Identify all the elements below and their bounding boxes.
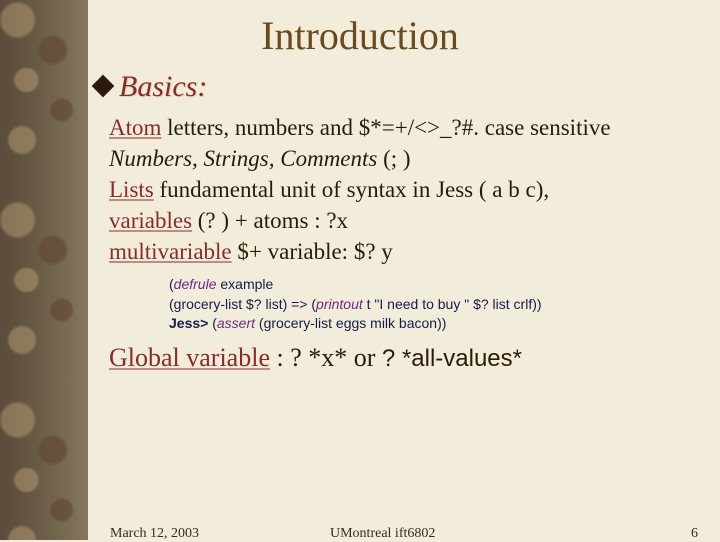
heading-text: Basics:: [119, 70, 207, 103]
diamond-icon: [92, 75, 115, 98]
body-text: Atom letters, numbers and $*=+/<>_?#. ca…: [109, 112, 705, 375]
code-l2a: (grocery-list $? list) => (: [169, 296, 316, 312]
lists-desc: fundamental unit of syntax in Jess ( a b…: [154, 177, 549, 202]
atom-desc: letters, numbers and $*=+/<>_?#. case se…: [161, 115, 610, 140]
code-l1kw: defrule: [174, 276, 217, 292]
code-line-2: (grocery-list $? list) => (printout t "I…: [169, 295, 705, 315]
variables-line: variables (? ) + atoms : ?x: [109, 205, 705, 236]
atom-line: Atom letters, numbers and $*=+/<>_?#. ca…: [109, 112, 705, 174]
code-l2b: t "I need to buy " $? list crlf)): [363, 296, 542, 312]
term-multivariable: multivariable: [109, 239, 232, 264]
term-atom: Atom: [109, 115, 161, 140]
code-l2kw: printout: [316, 296, 363, 312]
code-example: (defrule example (grocery-list $? list) …: [169, 275, 705, 334]
term-global-variable: Global variable: [109, 343, 270, 372]
global-desc-b: ? *all-values*: [382, 345, 522, 372]
sidebar-decorative-image: [0, 0, 88, 540]
section-heading: Basics:: [95, 70, 705, 104]
code-l3kw: assert: [217, 315, 255, 331]
multivariable-desc: $+ variable: $? y: [232, 239, 393, 264]
global-variable-line: Global variable : ? *x* or ? *all-values…: [109, 340, 705, 375]
slide-content: Basics: Atom letters, numbers and $*=+/<…: [95, 70, 705, 375]
code-line-3: Jess> (assert (grocery-list eggs milk ba…: [169, 314, 705, 334]
multivariable-line: multivariable $+ variable: $? y: [109, 236, 705, 267]
slide-title: Introduction: [0, 12, 720, 59]
term-variables: variables: [109, 208, 192, 233]
atom-italic: Numbers, Strings, Comments: [109, 146, 383, 171]
code-l3a: Jess>: [169, 315, 212, 331]
code-l1b: example: [216, 276, 273, 292]
code-l3c: (grocery-list eggs milk bacon)): [255, 315, 446, 331]
variables-desc: (? ) + atoms : ?x: [192, 208, 348, 233]
atom-tail: (; ): [383, 146, 410, 171]
lists-line: Lists fundamental unit of syntax in Jess…: [109, 174, 705, 205]
code-line-1: (defrule example: [169, 275, 705, 295]
global-desc-a: : ? *x* or: [270, 343, 382, 372]
term-lists: Lists: [109, 177, 154, 202]
